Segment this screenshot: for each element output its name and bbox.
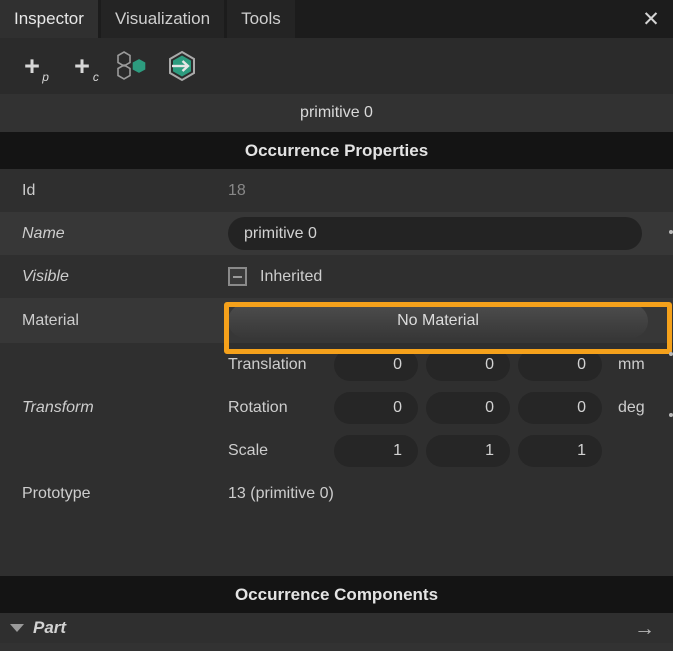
rotation-y-value: 0 — [485, 398, 494, 416]
rotation-z-value: 0 — [577, 398, 586, 416]
translation-unit: mm — [618, 355, 645, 373]
prototype-label: Prototype — [22, 484, 91, 502]
add-prototype-button[interactable]: + p — [10, 44, 54, 88]
tab-bar: Inspector Visualization Tools ✕ — [0, 0, 673, 38]
translation-z-value: 0 — [577, 355, 586, 373]
add-prototype-icon: + p — [24, 50, 49, 83]
object-title-bar: primitive 0 — [0, 94, 673, 132]
tab-bar-filler — [297, 0, 629, 38]
add-component-plus: + — [74, 50, 90, 81]
transform-label: Transform — [22, 398, 94, 416]
tab-inspector[interactable]: Inspector — [0, 0, 98, 38]
scale-label: Scale — [228, 441, 269, 459]
name-input-value: primitive 0 — [244, 224, 317, 242]
translation-row-edge-marker — [669, 352, 673, 356]
visible-state-label: Inherited — [260, 267, 323, 285]
scale-x-input[interactable]: 1 — [334, 434, 418, 467]
arrow-right-icon[interactable]: → — [634, 618, 655, 639]
scale-y-value: 1 — [485, 441, 494, 459]
visible-checkbox[interactable] — [228, 267, 247, 286]
translation-y-input[interactable]: 0 — [426, 348, 510, 381]
close-icon[interactable]: ✕ — [629, 0, 673, 38]
prototype-value: 13 (primitive 0) — [228, 484, 334, 502]
property-row-material: Material No Material — [0, 298, 673, 343]
property-row-id: Id 18 — [0, 169, 673, 212]
tab-inspector-label: Inspector — [14, 9, 84, 28]
transform-row-translation: Translation 0 0 0 mm — [228, 343, 673, 386]
tab-visualization-label: Visualization — [114, 9, 211, 28]
material-button-label: No Material — [397, 311, 479, 329]
property-row-transform: Transform Translation 0 0 0 mm Rotation … — [0, 343, 673, 472]
hexagon-import-button[interactable] — [160, 44, 204, 88]
translation-y-value: 0 — [485, 355, 494, 373]
page-title: primitive 0 — [300, 104, 373, 121]
tab-visualization[interactable]: Visualization — [100, 0, 225, 38]
rotation-unit: deg — [618, 398, 645, 416]
occurrence-components-header: Occurrence Components — [0, 576, 673, 613]
scale-z-value: 1 — [577, 441, 586, 459]
rotation-y-input[interactable]: 0 — [426, 391, 510, 424]
material-button[interactable]: No Material — [228, 303, 648, 338]
add-component-subscript: c — [92, 69, 99, 84]
translation-z-input[interactable]: 0 — [518, 348, 602, 381]
add-component-icon: + c — [74, 50, 99, 83]
occurrence-properties-header: Occurrence Properties — [0, 132, 673, 169]
inspector-panel: Inspector Visualization Tools ✕ +p +c — [0, 0, 673, 651]
rotation-x-input[interactable]: 0 — [334, 391, 418, 424]
property-row-name: Name primitive 0 — [0, 212, 673, 255]
name-row-edge-marker — [669, 230, 673, 234]
id-label: Id — [22, 181, 36, 199]
translation-x-input[interactable]: 0 — [334, 348, 418, 381]
rotation-row-edge-marker — [669, 413, 673, 417]
scale-z-input[interactable]: 1 — [518, 434, 602, 467]
scale-y-input[interactable]: 1 — [426, 434, 510, 467]
hexagon-import-icon — [169, 50, 195, 82]
occurrence-properties-header-label: Occurrence Properties — [244, 140, 429, 160]
tab-tools[interactable]: Tools — [227, 0, 295, 38]
name-input[interactable]: primitive 0 — [228, 217, 642, 250]
tab-tools-label: Tools — [241, 9, 281, 28]
properties-filler — [0, 515, 673, 576]
rotation-z-input[interactable]: 0 — [518, 391, 602, 424]
icon-toolbar: + p + c — [0, 38, 673, 94]
component-row-part[interactable]: Part → — [0, 613, 673, 643]
add-prototype-plus: + — [24, 50, 40, 81]
hexagon-cluster-button[interactable] — [110, 44, 154, 88]
occurrence-components-header-label: Occurrence Components — [234, 584, 439, 604]
transform-row-rotation: Rotation 0 0 0 deg — [228, 386, 673, 429]
translation-x-value: 0 — [393, 355, 402, 373]
add-component-button[interactable]: + c — [60, 44, 104, 88]
property-row-visible: Visible Inherited — [0, 255, 673, 298]
name-label: Name — [22, 224, 65, 242]
material-label: Material — [22, 311, 79, 329]
translation-label: Translation — [228, 355, 307, 373]
rotation-x-value: 0 — [393, 398, 402, 416]
hexagon-cluster-icon — [117, 51, 146, 80]
visible-label: Visible — [22, 267, 69, 285]
component-part-label: Part — [33, 618, 67, 637]
id-value: 18 — [228, 181, 246, 199]
scale-x-value: 1 — [393, 441, 402, 459]
checkbox-indeterminate-dash — [233, 275, 242, 278]
add-prototype-subscript: p — [42, 69, 49, 84]
close-glyph: ✕ — [642, 7, 660, 31]
transform-row-scale: Scale 1 1 1 — [228, 429, 673, 472]
rotation-label: Rotation — [228, 398, 288, 416]
transform-rows: Translation 0 0 0 mm Rotation 0 0 0 deg … — [228, 343, 673, 472]
chevron-down-icon[interactable] — [10, 624, 24, 632]
property-row-prototype: Prototype 13 (primitive 0) — [0, 472, 673, 515]
